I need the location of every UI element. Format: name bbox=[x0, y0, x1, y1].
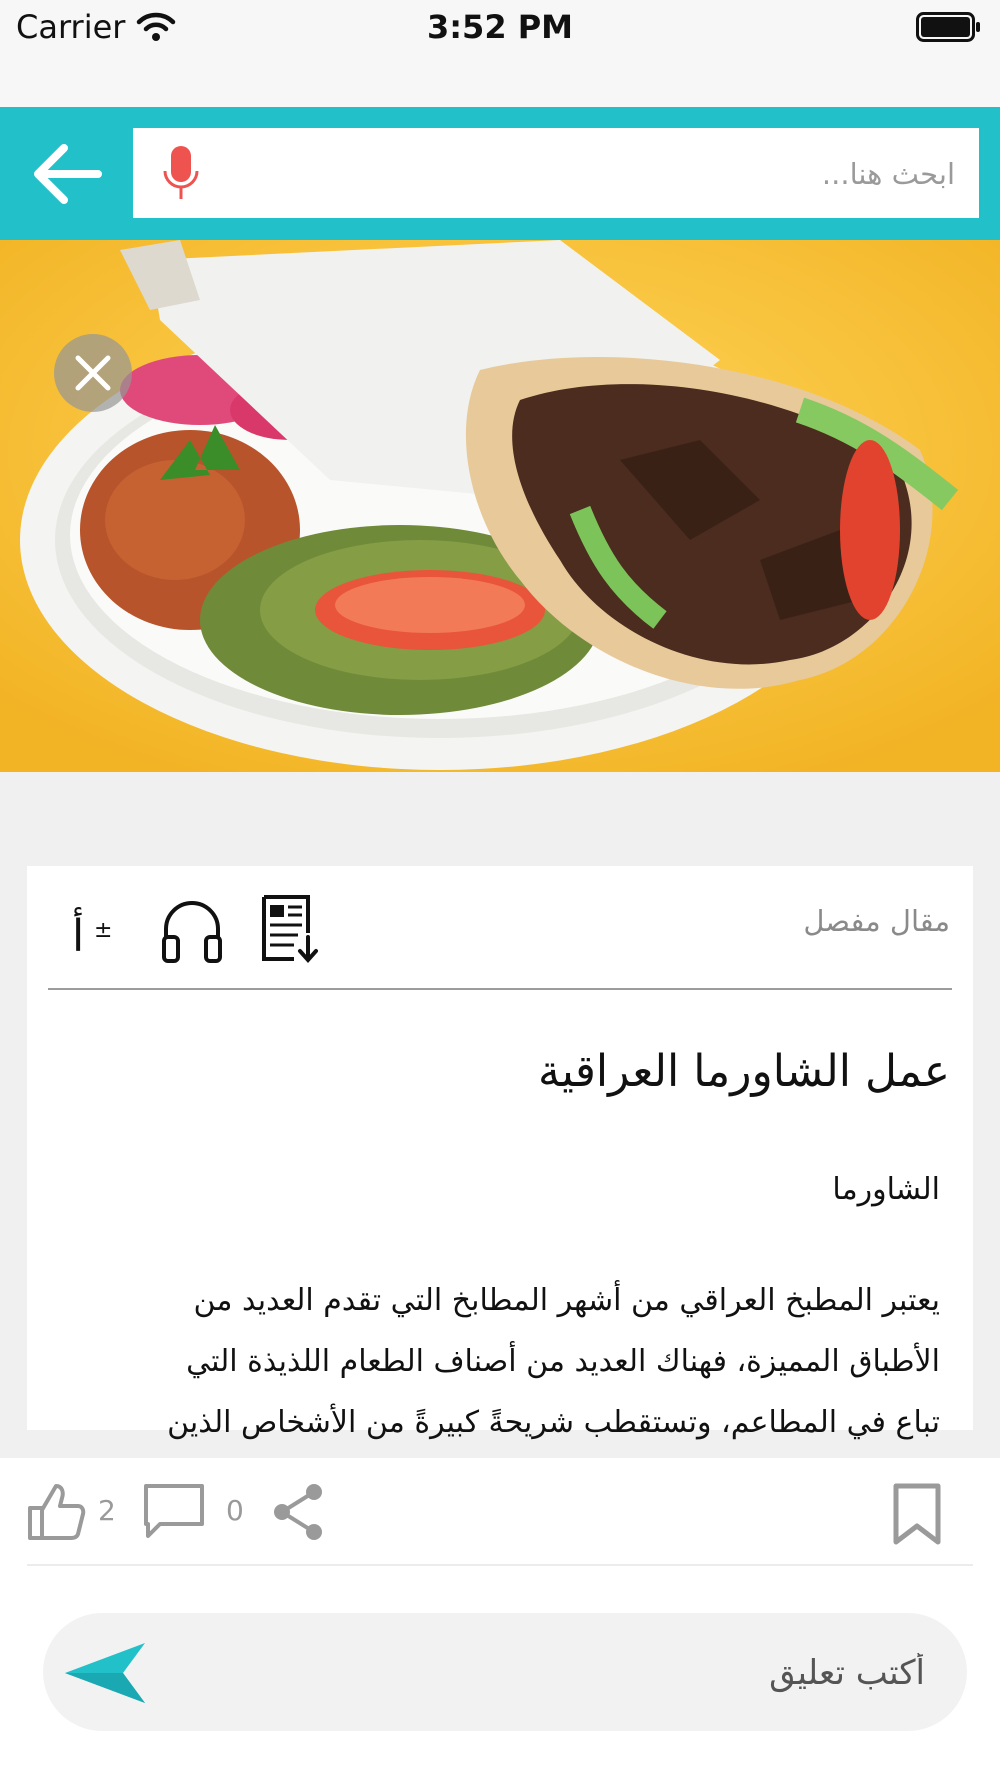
article-type-label: مقال مفصل bbox=[803, 904, 950, 938]
svg-text:أ: أ bbox=[72, 907, 84, 962]
headphones-icon[interactable] bbox=[160, 893, 224, 965]
font-size-icon[interactable]: أ ± bbox=[68, 893, 132, 965]
comment-input[interactable] bbox=[173, 1613, 927, 1733]
share-icon[interactable] bbox=[272, 1482, 326, 1542]
hero-image bbox=[0, 240, 1000, 772]
article-body: يعتبر المطبخ العراقي من أشهر المطابخ الت… bbox=[60, 1270, 940, 1453]
document-download-icon[interactable] bbox=[258, 893, 322, 965]
like-icon[interactable] bbox=[26, 1482, 86, 1542]
close-icon bbox=[75, 355, 111, 391]
toolbar-divider bbox=[48, 988, 952, 990]
status-time: 3:52 PM bbox=[426, 8, 574, 46]
comment-box bbox=[43, 1613, 967, 1733]
article-subtitle: الشاورما bbox=[832, 1172, 940, 1207]
article-title: عمل الشاورما العراقية bbox=[537, 1046, 950, 1097]
back-arrow-icon[interactable] bbox=[30, 140, 106, 208]
comment-count: 0 bbox=[226, 1494, 244, 1527]
article-body-line: يعتبر المطبخ العراقي من أشهر المطابخ الت… bbox=[193, 1283, 940, 1318]
send-icon[interactable] bbox=[63, 1641, 147, 1705]
article-body-line: تباع في المطاعم، وتستقطب شريحةً كبيرةً م… bbox=[167, 1405, 940, 1440]
microphone-icon[interactable] bbox=[163, 145, 199, 201]
comment-icon[interactable] bbox=[142, 1482, 206, 1542]
bookmark-icon[interactable] bbox=[892, 1482, 942, 1546]
battery-icon bbox=[916, 12, 980, 42]
search-box bbox=[133, 128, 979, 220]
article-body-line: الأطباق المميزة، فهناك العديد من أصناف ا… bbox=[186, 1344, 940, 1379]
close-image-button[interactable] bbox=[54, 334, 132, 412]
search-input[interactable] bbox=[253, 128, 957, 220]
svg-text:±: ± bbox=[94, 918, 112, 943]
like-count: 2 bbox=[98, 1494, 116, 1527]
